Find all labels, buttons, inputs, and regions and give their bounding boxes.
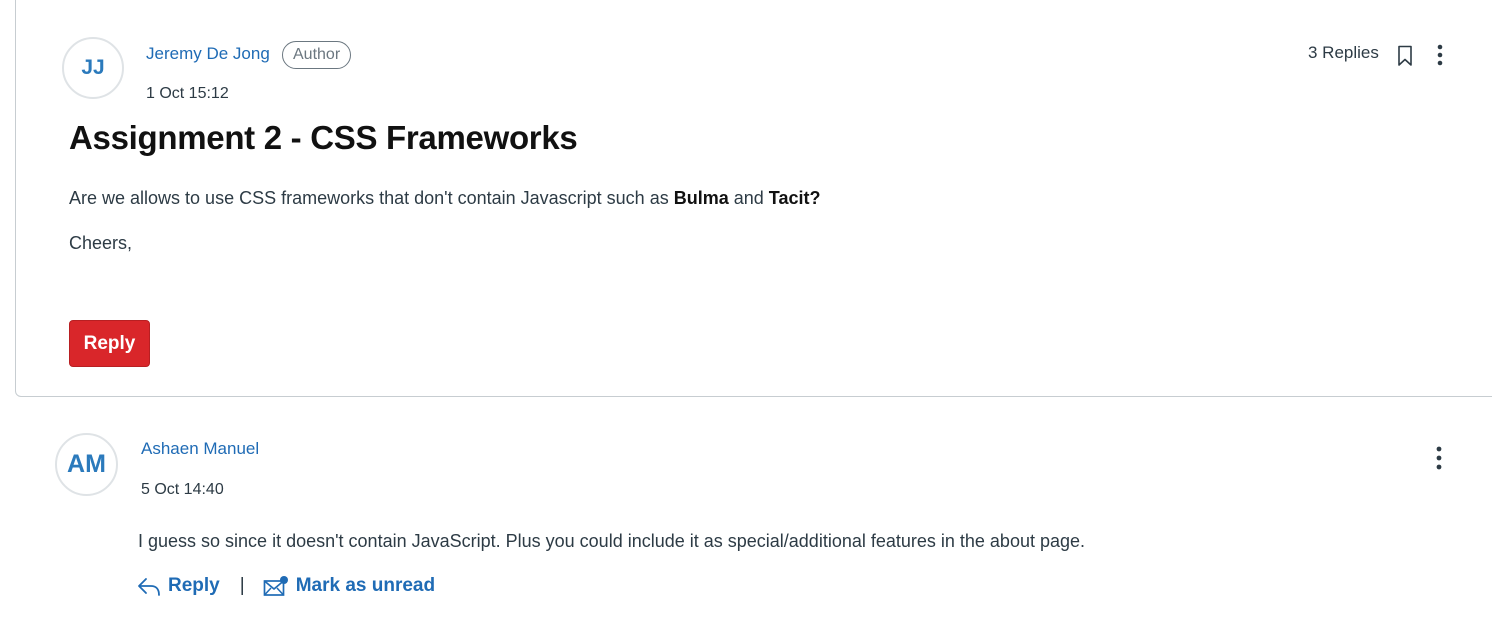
author-name-link[interactable]: Jeremy De Jong [146, 44, 270, 64]
replies-count-link[interactable]: 3 Replies [1308, 43, 1379, 63]
kebab-menu-icon[interactable] [1428, 445, 1450, 471]
reply-arrow-icon [138, 578, 160, 596]
topic-body: Are we allows to use CSS frameworks that… [69, 188, 820, 209]
avatar-initials: JJ [81, 56, 105, 79]
topic-signoff: Cheers, [69, 233, 133, 253]
reply-link[interactable]: Reply [137, 575, 220, 597]
action-separator: | [239, 575, 245, 596]
reply-actions: Reply | Mark as unread [137, 575, 435, 597]
body-text-and: and [728, 188, 769, 208]
reply-button[interactable]: Reply [69, 320, 150, 367]
mail-unread-icon [263, 576, 288, 596]
mark-as-unread-link[interactable]: Mark as unread [263, 575, 435, 597]
mark-as-unread-label: Mark as unread [295, 575, 436, 596]
reply-timestamp: 5 Oct 14:40 [141, 481, 224, 498]
body-bold-tacit: Tacit? [768, 188, 821, 208]
body-text: Are we allows to use CSS frameworks that… [69, 188, 674, 208]
body-bold-bulma: Bulma [673, 188, 729, 208]
reply-link-label: Reply [168, 575, 220, 596]
discussion-page: JJ Jeremy De Jong Author 1 Oct 15:12 3 R… [0, 0, 1492, 628]
reply-author-name-link[interactable]: Ashaen Manuel [141, 439, 259, 459]
post-timestamp: 1 Oct 15:12 [146, 85, 229, 102]
bookmark-icon[interactable] [1394, 44, 1416, 68]
kebab-menu-icon[interactable] [1429, 43, 1451, 67]
author-avatar[interactable]: JJ [62, 37, 124, 99]
reply-body: I guess so since it doesn't contain Java… [138, 531, 1086, 551]
reply-author-avatar[interactable]: AM [55, 433, 118, 496]
avatar-initials: AM [67, 450, 106, 478]
topic-title: Assignment 2 - CSS Frameworks [69, 119, 578, 156]
author-badge: Author [282, 41, 352, 69]
